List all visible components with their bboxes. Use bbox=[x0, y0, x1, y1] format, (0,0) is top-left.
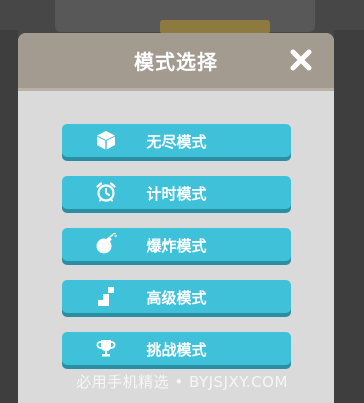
dialog-header: 模式选择 bbox=[18, 33, 334, 91]
dialog-body: 无尽模式 计时模式 爆炸模式 高级模式 挑战模式 bbox=[18, 91, 334, 403]
close-icon bbox=[290, 49, 312, 71]
mode-list: 无尽模式 计时模式 爆炸模式 高级模式 挑战模式 bbox=[62, 124, 291, 384]
background-title-strip bbox=[160, 20, 270, 34]
timed-mode-label: 计时模式 bbox=[146, 185, 207, 203]
watermark-text: 必用手机精选 • BYJSJXY.COM bbox=[76, 373, 288, 391]
timed-mode-button[interactable]: 计时模式 bbox=[62, 176, 291, 209]
endless-mode-button[interactable]: 无尽模式 bbox=[62, 124, 291, 157]
bomb-mode-button[interactable]: 爆炸模式 bbox=[62, 228, 291, 261]
endless-mode-label: 无尽模式 bbox=[146, 133, 207, 151]
advanced-mode-button[interactable]: 高级模式 bbox=[62, 280, 291, 313]
close-button[interactable] bbox=[288, 47, 314, 73]
mode-select-dialog: 模式选择 无尽模式 计时模式 爆炸模式 高级模式 挑战模式 bbox=[18, 33, 334, 403]
advanced-mode-label: 高级模式 bbox=[146, 289, 207, 307]
background-right-edge bbox=[334, 30, 364, 403]
bomb-mode-label: 爆炸模式 bbox=[146, 237, 207, 255]
challenge-mode-button[interactable]: 挑战模式 bbox=[62, 332, 291, 365]
background-left-edge bbox=[0, 30, 18, 403]
challenge-mode-label: 挑战模式 bbox=[146, 341, 207, 359]
dialog-title: 模式选择 bbox=[134, 50, 218, 74]
